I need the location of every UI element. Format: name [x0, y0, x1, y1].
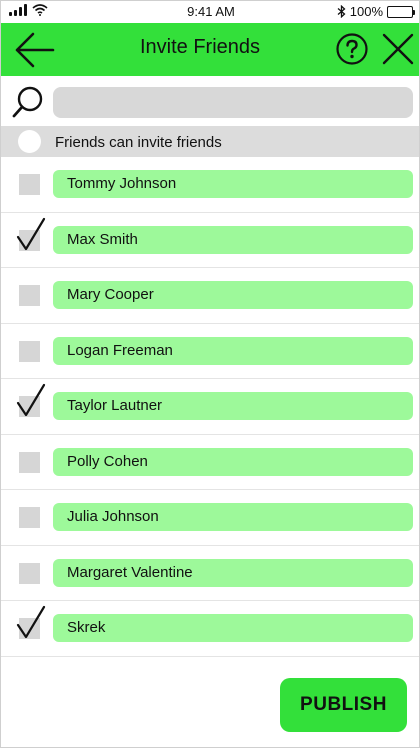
friend-checkbox[interactable]	[19, 507, 40, 529]
friend-row[interactable]: Tommy Johnson	[1, 157, 419, 213]
friend-name: Tommy Johnson	[53, 170, 413, 199]
friend-name: Polly Cohen	[53, 447, 413, 476]
search-bar	[1, 76, 419, 126]
friend-row[interactable]: Logan Freeman	[1, 323, 419, 379]
status-bar: 9:41 AM 100%	[1, 1, 419, 23]
friends-can-invite-toggle[interactable]: Friends can invite friends	[1, 126, 419, 157]
friend-checkbox[interactable]	[16, 606, 46, 640]
friend-checkbox[interactable]	[19, 174, 40, 196]
friend-name: Skrek	[53, 614, 413, 643]
friend-row[interactable]: Taylor Lautner	[1, 379, 419, 435]
friend-row[interactable]: Max Smith	[1, 212, 419, 268]
phone-screen: 9:41 AM 100% Invite Friends Friends can …	[0, 0, 420, 748]
publish-button[interactable]: PUBLISH	[280, 678, 407, 732]
friend-checkbox[interactable]	[19, 285, 40, 307]
app-header: Invite Friends	[1, 23, 419, 76]
friend-name: Logan Freeman	[53, 336, 413, 365]
search-input[interactable]	[53, 87, 413, 118]
friend-row[interactable]: Polly Cohen	[1, 434, 419, 490]
status-right: 100%	[337, 4, 415, 19]
checkmark-icon	[16, 384, 46, 417]
friend-checkbox[interactable]	[19, 451, 40, 473]
friend-row[interactable]: Margaret Valentine	[1, 545, 419, 601]
friend-name: Mary Cooper	[53, 281, 413, 310]
bluetooth-icon	[337, 5, 346, 18]
search-icon[interactable]	[11, 85, 45, 119]
friend-row[interactable]: Skrek	[1, 601, 419, 657]
friend-checkbox[interactable]	[16, 384, 46, 418]
friend-checkbox[interactable]	[19, 340, 40, 362]
battery-icon	[387, 5, 415, 18]
battery-percent: 100%	[349, 4, 383, 19]
friend-row[interactable]: Mary Cooper	[1, 268, 419, 324]
friend-name: Margaret Valentine	[53, 558, 413, 587]
friend-row[interactable]: Julia Johnson	[1, 490, 419, 546]
option-label: Friends can invite friends	[55, 134, 222, 151]
friend-name: Taylor Lautner	[53, 392, 413, 421]
friend-checkbox[interactable]	[19, 562, 40, 584]
friend-checkbox[interactable]	[16, 217, 46, 251]
friend-name: Julia Johnson	[53, 503, 413, 532]
option-radio[interactable]	[18, 130, 41, 153]
question-circle-icon[interactable]	[336, 33, 368, 65]
close-icon[interactable]	[382, 33, 414, 65]
checkmark-icon	[16, 606, 46, 639]
friend-name: Max Smith	[53, 225, 413, 254]
checkmark-icon	[16, 217, 46, 250]
friend-list: Tommy Johnson Max Smith Mary Cooper Loga…	[1, 157, 419, 657]
